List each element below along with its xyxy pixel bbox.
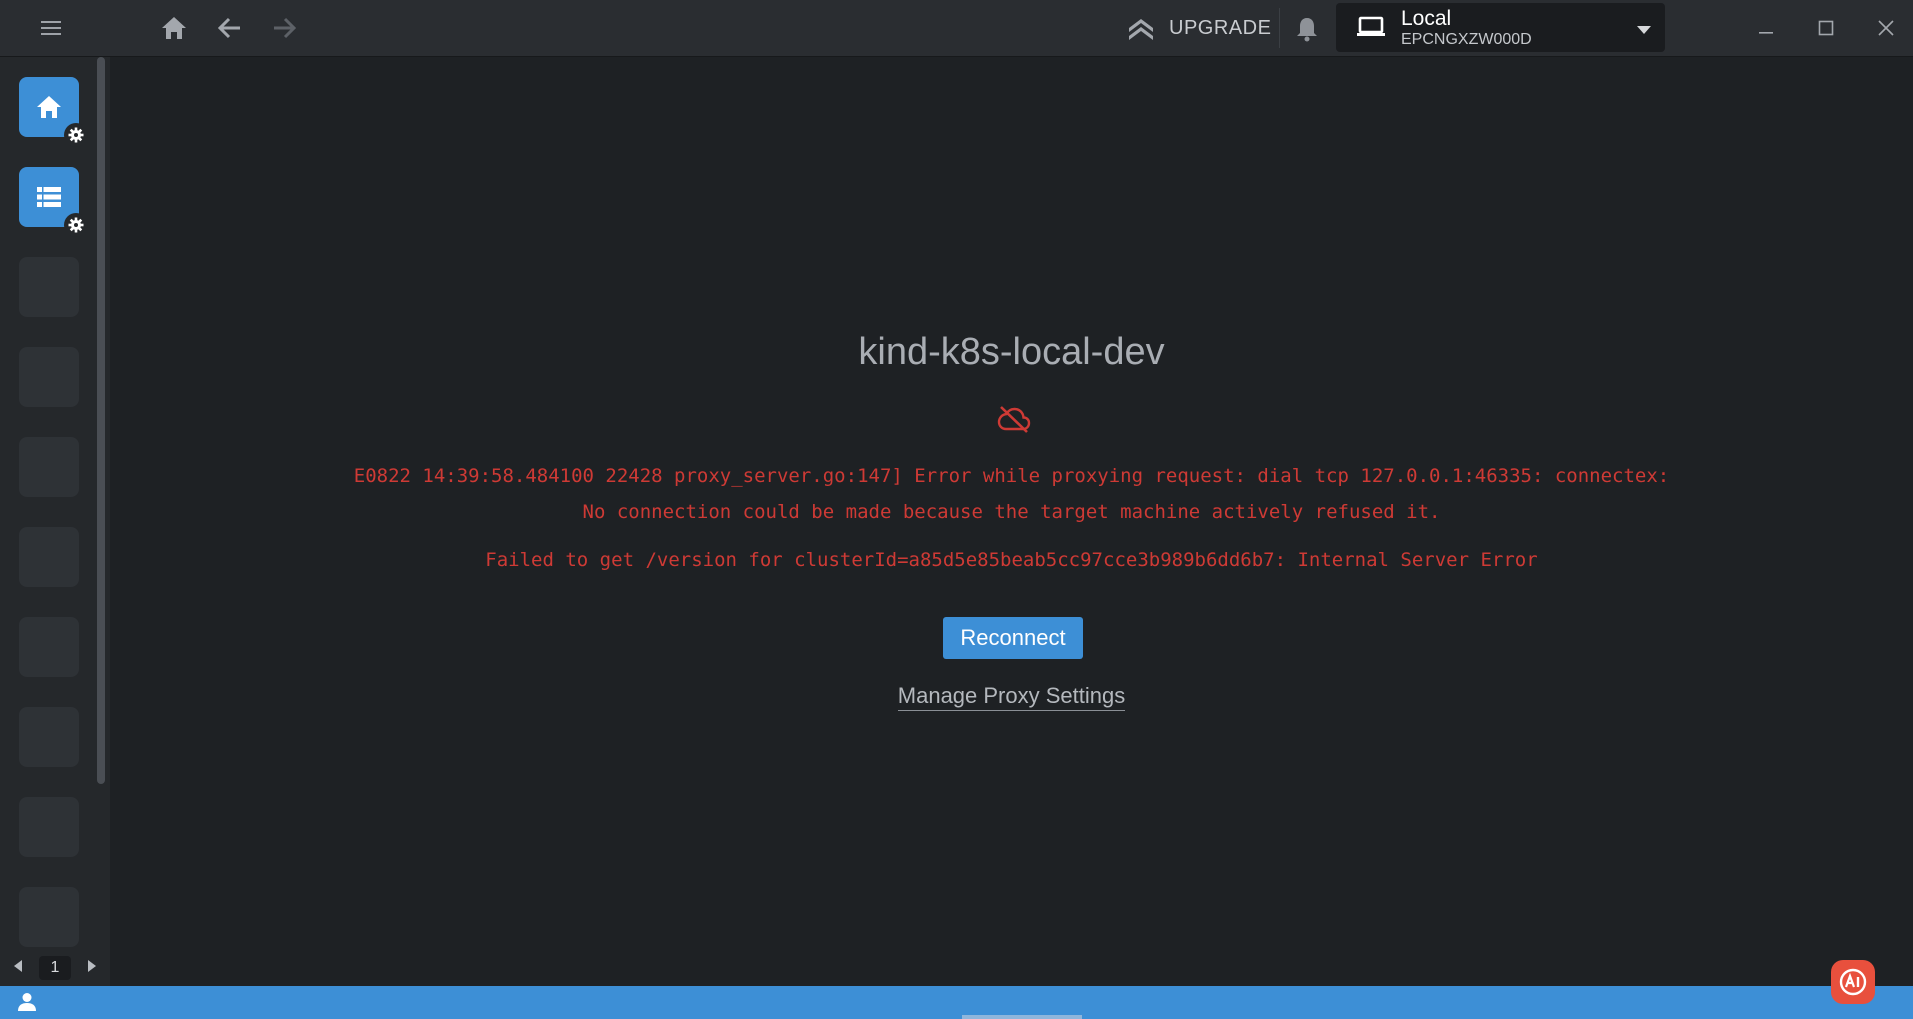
hotbar-slot[interactable] (19, 797, 79, 857)
upgrade-button[interactable]: UPGRADE (1127, 0, 1271, 56)
title-bar: UPGRADE Local EPCNGXZW000D (0, 0, 1913, 57)
hotbar-slot[interactable] (19, 887, 79, 947)
hotbar-slot[interactable] (19, 707, 79, 767)
divider (1279, 8, 1280, 48)
hotbar-slot[interactable] (19, 347, 79, 407)
user-icon[interactable] (18, 992, 36, 1017)
hotbar (0, 57, 110, 986)
cluster-name: kind-k8s-local-dev (858, 331, 1165, 373)
gear-icon[interactable] (64, 123, 88, 147)
proxy-settings-row: Manage Proxy Settings (110, 683, 1913, 711)
reconnect-button[interactable]: Reconnect (943, 617, 1083, 659)
error-message: No connection could be made because the … (582, 501, 1441, 523)
hotbar-pager: 1 (0, 950, 110, 986)
chevron-left-icon[interactable] (14, 959, 22, 977)
laptop-icon (1356, 15, 1386, 44)
hotbar-slot[interactable] (19, 527, 79, 587)
list-icon (37, 187, 61, 207)
context-name: Local (1401, 7, 1452, 30)
maximize-icon[interactable] (1797, 0, 1855, 56)
error-message: Failed to get /version for clusterId=a85… (485, 549, 1538, 571)
hotbar-page-number[interactable]: 1 (39, 956, 71, 980)
hotbar-scrollbar[interactable] (97, 57, 105, 784)
error-message: E0822 14:39:58.484100 22428 proxy_server… (353, 465, 1670, 487)
hotbar-item-catalog[interactable] (19, 167, 88, 237)
context-id: EPCNGXZW000D (1401, 31, 1532, 48)
chevron-down-icon (1637, 21, 1651, 39)
cloud-off-icon (997, 405, 1031, 438)
hotbar-slot[interactable] (19, 257, 79, 317)
gear-icon[interactable] (64, 213, 88, 237)
upgrade-chevrons-icon (1129, 19, 1153, 40)
context-selector[interactable]: Local EPCNGXZW000D (1336, 3, 1665, 52)
minimize-icon[interactable] (1737, 0, 1795, 56)
status-bar (0, 986, 1913, 1019)
status-indicator (962, 1015, 1082, 1019)
hotbar-item-home[interactable] (19, 77, 88, 147)
home-icon[interactable] (156, 10, 192, 46)
manage-proxy-settings-link[interactable]: Manage Proxy Settings (897, 683, 1126, 711)
home-icon (37, 96, 61, 118)
menu-icon[interactable] (32, 14, 70, 42)
forward-arrow-icon[interactable] (266, 10, 302, 46)
cluster-status-view: kind-k8s-local-dev E0822 14:39:58.484100… (110, 57, 1913, 986)
hotbar-slot[interactable] (19, 617, 79, 677)
ai-assistant-icon[interactable] (1831, 960, 1875, 1004)
upgrade-label: UPGRADE (1169, 16, 1272, 39)
bell-icon[interactable] (1290, 12, 1324, 46)
chevron-right-icon[interactable] (88, 959, 96, 977)
back-arrow-icon[interactable] (212, 10, 248, 46)
close-icon[interactable] (1857, 0, 1913, 56)
hotbar-slot[interactable] (19, 437, 79, 497)
